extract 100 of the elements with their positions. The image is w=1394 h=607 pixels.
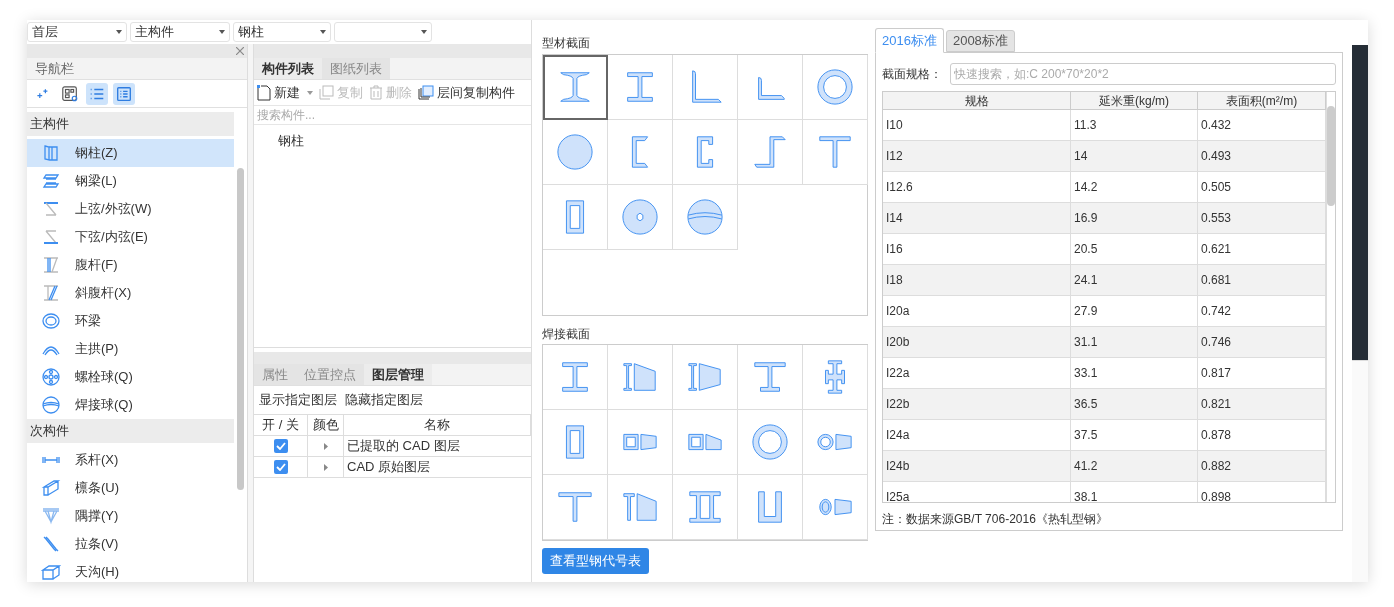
dropdown[interactable] — [334, 22, 432, 42]
section-title: 焊接截面 — [542, 326, 591, 343]
table-cell: 11.3 — [1071, 110, 1198, 140]
section-option[interactable] — [738, 475, 803, 540]
layer-action[interactable]: 显示指定图层 — [259, 390, 337, 410]
section-option[interactable] — [738, 345, 803, 410]
z-section-icon — [751, 133, 789, 171]
nav-item[interactable]: 钢柱(Z) — [27, 139, 234, 167]
column-header: 表面积(m²/m) — [1198, 92, 1326, 109]
field-label: 截面规格： — [882, 66, 942, 83]
tie-bar-icon — [41, 534, 61, 554]
scrollbar-thumb[interactable] — [237, 168, 244, 490]
tab[interactable]: 2008标准 — [945, 30, 1015, 52]
nav-item[interactable]: 环梁 — [27, 307, 234, 335]
section-option[interactable] — [543, 345, 608, 410]
gutter-icon — [41, 562, 61, 582]
nav-item[interactable]: 斜腹杆(X) — [27, 279, 234, 307]
section-option[interactable] — [673, 185, 738, 250]
bolt-ball-icon — [41, 367, 61, 387]
nav-item[interactable]: 下弦/内弦(E) — [27, 223, 234, 251]
toolbar-button[interactable]: 新建 — [257, 82, 313, 103]
new-file-icon — [257, 84, 271, 101]
table-cell: 16.9 — [1071, 203, 1198, 233]
component-item[interactable]: 钢柱 — [254, 131, 531, 149]
nav-item[interactable]: 腹杆(F) — [27, 251, 234, 279]
panel-title: 导航栏 — [35, 59, 74, 78]
section-option[interactable] — [673, 475, 738, 540]
nav-item[interactable]: 钢梁(L) — [27, 167, 234, 195]
dropdown[interactable]: 主构件 — [130, 22, 230, 42]
section-option[interactable] — [608, 475, 673, 540]
tab[interactable]: 构件列表 — [254, 58, 322, 79]
toolbar-button[interactable] — [113, 82, 135, 105]
table-cell: 0.817 — [1198, 358, 1326, 388]
nav-item[interactable]: 主拱(P) — [27, 335, 234, 363]
nav-item[interactable]: 系杆(X) — [27, 446, 234, 474]
dropdown[interactable]: 首层 — [27, 22, 127, 42]
nav-item[interactable]: 隅撑(Y) — [27, 502, 234, 530]
table-cell: 36.5 — [1071, 389, 1198, 419]
layer-action[interactable]: 隐藏指定图层 — [345, 390, 423, 410]
brace-icon — [41, 506, 61, 526]
group-header: 次构件 — [30, 422, 69, 441]
table-cell: I22a — [883, 358, 1071, 388]
toolbar-button[interactable] — [86, 82, 108, 105]
expand-arrow-icon[interactable] — [323, 442, 328, 450]
nav-item[interactable]: 檩条(U) — [27, 474, 234, 502]
group-header: 主构件 — [30, 115, 69, 134]
nav-item[interactable]: 螺栓球(Q) — [27, 363, 234, 391]
copy-icon — [319, 85, 334, 100]
section-option[interactable] — [608, 345, 673, 410]
nav-item[interactable]: 拉条(V) — [27, 530, 234, 558]
table-cell: I12.6 — [883, 172, 1071, 202]
scrollbar-thumb[interactable] — [1327, 106, 1335, 206]
beam-icon — [41, 171, 61, 191]
table-cell: 0.878 — [1198, 420, 1326, 450]
section-option[interactable] — [543, 55, 608, 120]
table-cell: I12 — [883, 141, 1071, 171]
table-cell: 0.746 — [1198, 327, 1326, 357]
table-cell: 0.681 — [1198, 265, 1326, 295]
tee-icon — [816, 133, 854, 171]
double-ring-icon — [41, 311, 61, 331]
section-option[interactable] — [543, 410, 608, 475]
table-cell: I16 — [883, 234, 1071, 264]
table-cell: I24a — [883, 420, 1071, 450]
section-option[interactable] — [673, 410, 738, 475]
column-header: 名称 — [344, 415, 531, 436]
expand-arrow-icon[interactable] — [323, 463, 328, 471]
section-title: 型材截面 — [542, 35, 591, 52]
section-option[interactable] — [608, 55, 673, 120]
view-steel-codes-button[interactable]: 查看型钢代号表 — [542, 548, 649, 574]
column-icon — [41, 143, 61, 163]
table-cell: 0.505 — [1198, 172, 1326, 202]
table-cell: 31.1 — [1071, 327, 1198, 357]
table-cell: 0.553 — [1198, 203, 1326, 233]
dropdown[interactable]: 钢柱 — [233, 22, 331, 42]
checkbox[interactable] — [273, 439, 288, 453]
nav-item[interactable]: 上弦/外弦(W) — [27, 195, 234, 223]
table-cell: 27.9 — [1071, 296, 1198, 326]
section-option[interactable] — [543, 185, 608, 250]
nav-item[interactable]: 焊接球(Q) — [27, 391, 234, 419]
top-chord-icon — [41, 199, 61, 219]
caret-icon — [320, 30, 326, 34]
table-cell: 41.2 — [1071, 451, 1198, 481]
section-option[interactable] — [673, 345, 738, 410]
table-cell: 0.432 — [1198, 110, 1326, 140]
table-cell: 0.821 — [1198, 389, 1326, 419]
toolbar-button[interactable]: 层间复制构件 — [418, 82, 515, 103]
spec-search-field[interactable]: 快速搜索，如:C 200*70*20*2 — [950, 63, 1336, 85]
table-cell: 0.882 — [1198, 451, 1326, 481]
tab[interactable]: 图层管理 — [364, 364, 432, 385]
search-field[interactable]: 搜索构件... — [254, 106, 531, 125]
copy-icon — [418, 85, 434, 100]
checkbox[interactable] — [273, 460, 288, 474]
caret-icon — [116, 30, 122, 34]
grid-settings-icon — [61, 84, 79, 103]
table-cell: 0.898 — [1198, 482, 1326, 502]
table-cell: 33.1 — [1071, 358, 1198, 388]
close-icon[interactable] — [236, 47, 244, 55]
column-header: 颜色 — [308, 415, 344, 436]
table-cell: I24b — [883, 451, 1071, 481]
nav-item[interactable]: 天沟(H) — [27, 558, 234, 582]
